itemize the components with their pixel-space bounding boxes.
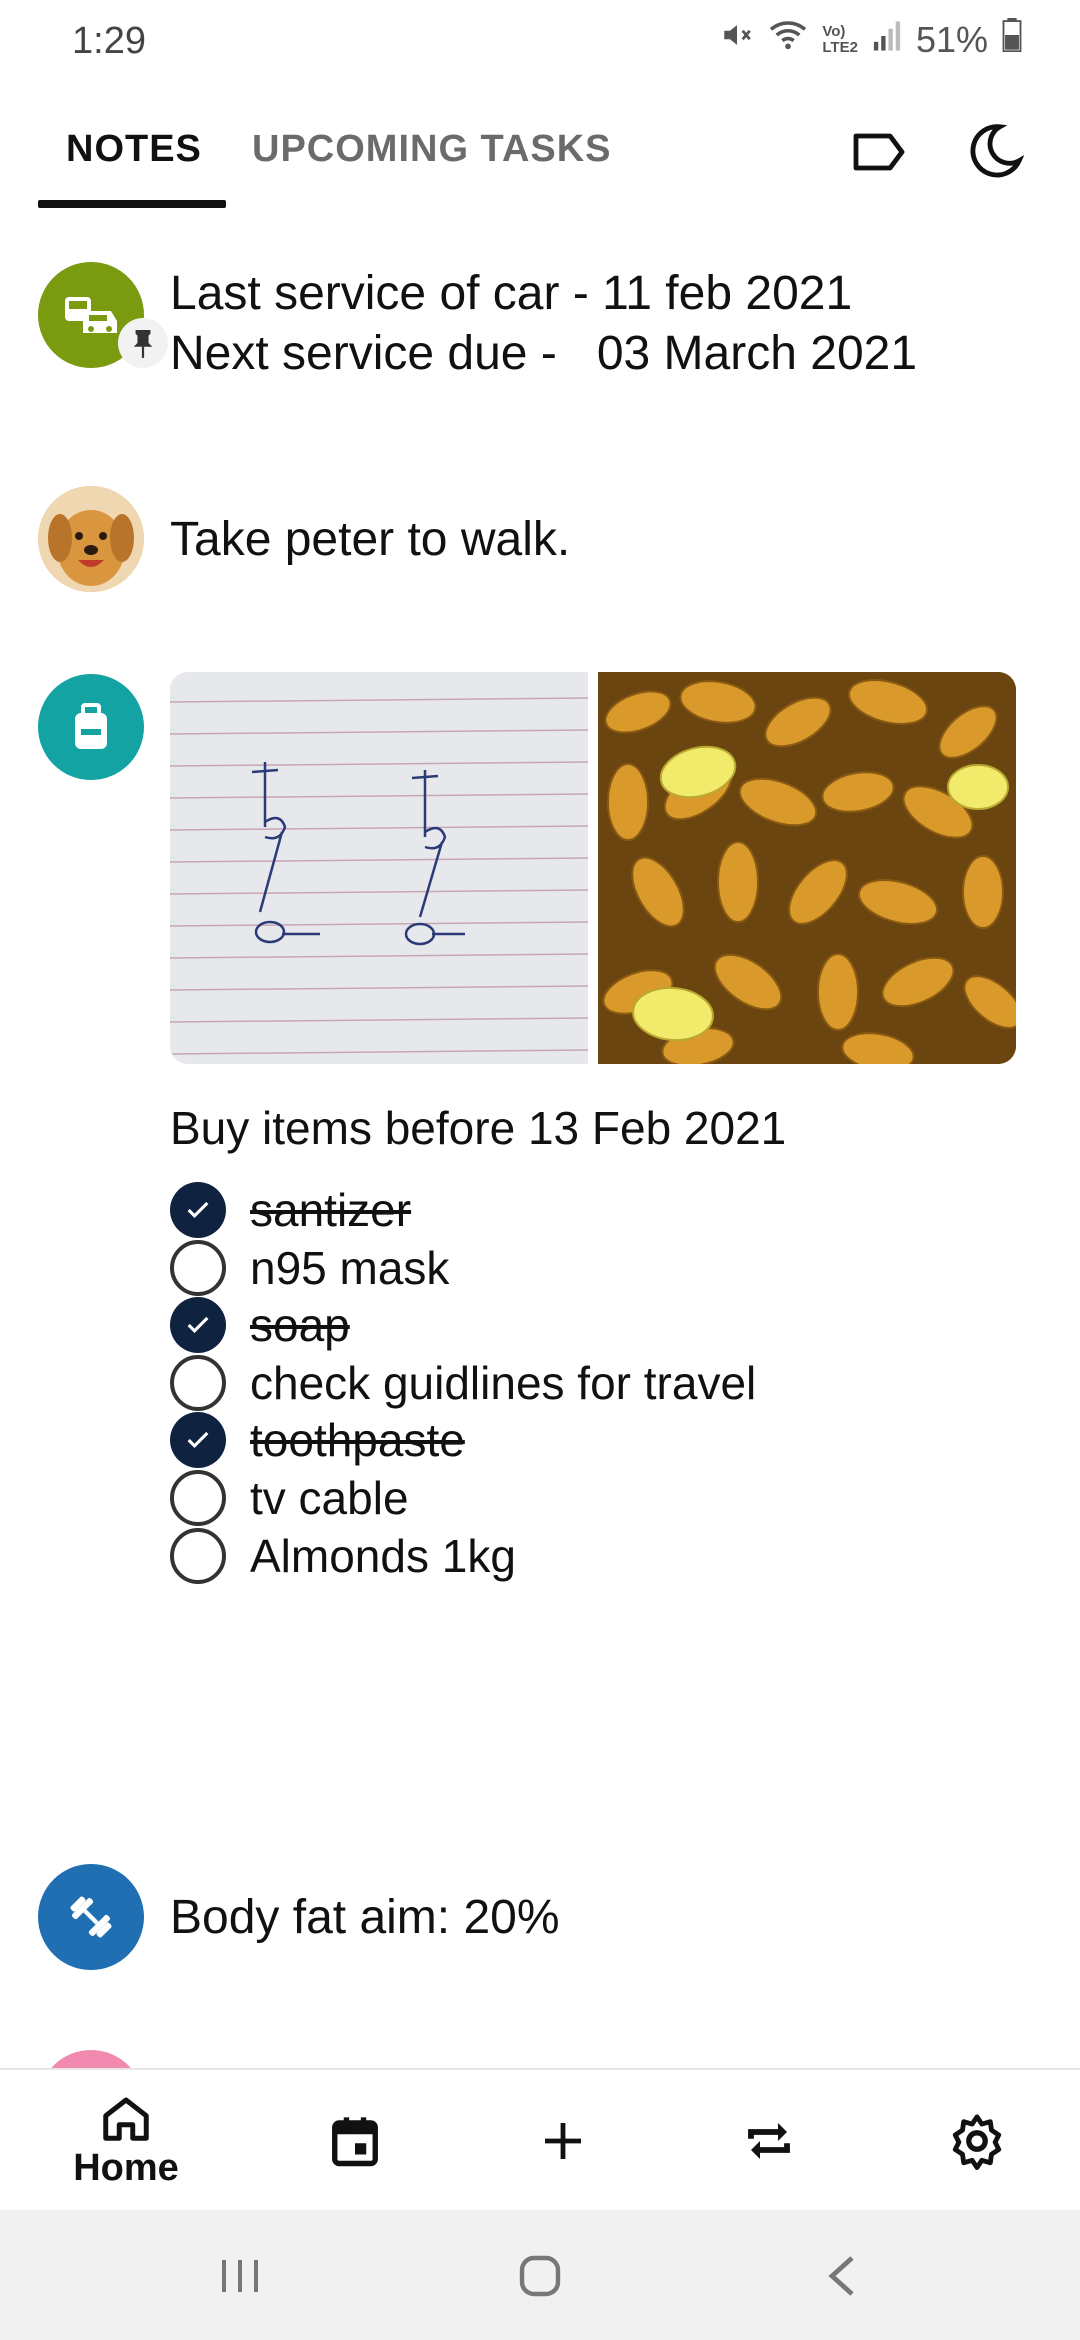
status-time: 1:29 [72, 20, 146, 62]
battery-percent: 51% [915, 18, 988, 60]
nav-home[interactable]: Home [46, 2070, 206, 2212]
checklist-title[interactable]: Buy items before 13 Feb 2021 [170, 1098, 786, 1158]
recent-apps-icon[interactable] [218, 2256, 262, 2301]
battery-icon [1002, 18, 1022, 61]
add-icon [545, 2123, 581, 2159]
checkbox-unchecked[interactable] [170, 1470, 226, 1526]
note-car-line-1[interactable]: Last service of car - 11 feb 2021 [170, 264, 852, 324]
checklist-item-label: toothpaste [250, 1414, 465, 1466]
nav-home-label: Home [73, 2146, 179, 2189]
status-icons: Vo) LTE2 51% [720, 18, 1022, 61]
checklist-item-label: n95 mask [250, 1242, 450, 1294]
tab-upcoming-tasks[interactable]: UPCOMING TASKS [252, 128, 612, 171]
dumbbell-icon [38, 1864, 144, 1970]
checklist-item-label: tv cable [250, 1472, 409, 1524]
volte-icon: Vo) LTE2 [822, 22, 858, 56]
checklist-item[interactable]: check guidlines for travel [170, 1353, 756, 1413]
network-label-top: Vo) [822, 22, 846, 40]
checklist-item-label: santizer [250, 1184, 412, 1236]
home-icon [103, 2097, 149, 2141]
check-icon [187, 1201, 209, 1218]
checklist-item[interactable]: Almonds 1kg [170, 1526, 516, 1586]
system-navigation-bar [0, 2210, 1080, 2340]
home-button-icon[interactable] [518, 2254, 562, 2303]
note-car-line-2[interactable]: Next service due - 03 March 2021 [170, 324, 917, 384]
calendar-icon [332, 2117, 378, 2167]
network-label-bottom: LTE2 [822, 38, 858, 56]
checklist-item[interactable]: toothpaste [170, 1410, 465, 1470]
dark-mode-icon[interactable] [966, 122, 1025, 185]
nav-repeat[interactable] [724, 2070, 814, 2212]
settings-icon [952, 2114, 1002, 2170]
repeat-icon [748, 2123, 790, 2159]
checklist-item[interactable]: santizer [170, 1180, 411, 1240]
checklist-item-label: Almonds 1kg [250, 1530, 516, 1582]
pin-icon [118, 318, 168, 368]
backpack-icon [38, 674, 144, 780]
checkbox-checked[interactable] [170, 1412, 226, 1468]
checkbox-unchecked[interactable] [170, 1240, 226, 1296]
checklist-item[interactable]: tv cable [170, 1468, 409, 1528]
almonds-image[interactable] [598, 672, 1016, 1064]
checklist-item[interactable]: n95 mask [170, 1238, 449, 1298]
checkbox-unchecked[interactable] [170, 1528, 226, 1584]
tab-indicator [38, 200, 226, 208]
handwritten-sketch-image[interactable] [170, 672, 588, 1064]
tab-notes[interactable]: NOTES [66, 128, 202, 171]
label-icon[interactable] [852, 130, 908, 179]
checklist-item[interactable]: soap [170, 1295, 350, 1355]
nav-calendar[interactable] [310, 2070, 400, 2212]
check-icon [187, 1431, 209, 1448]
nav-settings[interactable] [932, 2070, 1022, 2212]
note-dog-text[interactable]: Take peter to walk. [170, 510, 570, 570]
checklist-item-label: soap [250, 1299, 350, 1351]
check-icon [187, 1316, 209, 1333]
wifi-icon [768, 18, 808, 61]
signal-icon [872, 19, 902, 61]
checkbox-checked[interactable] [170, 1182, 226, 1238]
checkbox-unchecked[interactable] [170, 1355, 226, 1411]
back-icon[interactable] [826, 2254, 858, 2303]
nav-add[interactable] [518, 2070, 608, 2212]
dog-photo-avatar [38, 486, 144, 592]
bottom-navigation: Home [0, 2068, 1080, 2212]
checklist-item-label: check guidlines for travel [250, 1357, 757, 1409]
note-bodyfat-text[interactable]: Body fat aim: 20% [170, 1888, 560, 1948]
checkbox-checked[interactable] [170, 1297, 226, 1353]
mute-icon [720, 18, 754, 61]
